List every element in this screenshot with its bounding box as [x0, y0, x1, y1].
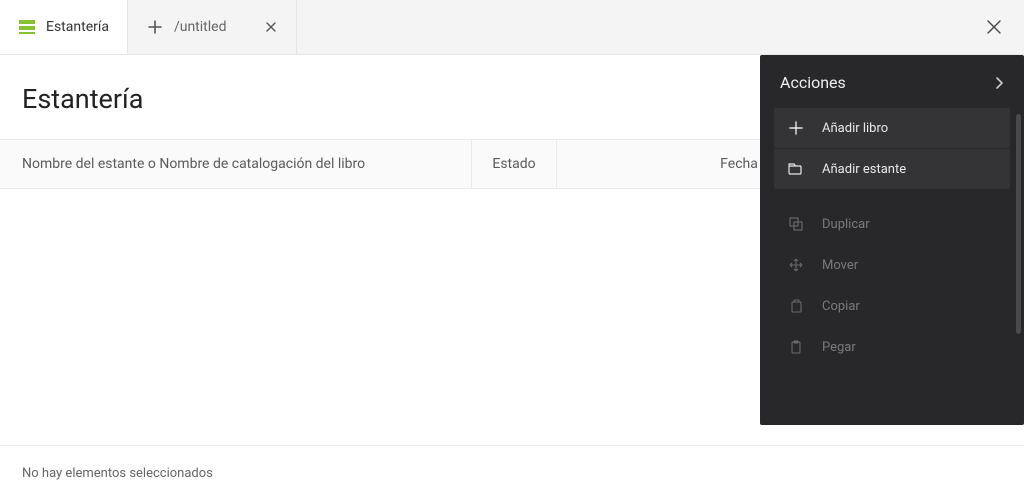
- tab-shelf-label: Estantería: [46, 19, 109, 35]
- plus-icon: [146, 18, 164, 36]
- actions-panel-body: Añadir libro Añadir estante Duplicar Mov…: [760, 108, 1024, 425]
- status-bar: No hay elementos seleccionados: [0, 445, 1024, 500]
- scrollbar-thumb[interactable]: [1016, 114, 1021, 334]
- action-add-book[interactable]: Añadir libro: [774, 108, 1010, 148]
- column-header-status[interactable]: Estado: [472, 140, 557, 188]
- close-button[interactable]: [978, 0, 1010, 54]
- move-icon: [788, 257, 804, 273]
- tab-bar: Estantería /untitled: [0, 0, 1024, 55]
- action-copy: Copiar: [774, 286, 1010, 326]
- duplicate-icon: [788, 216, 804, 232]
- action-move-label: Mover: [822, 258, 858, 273]
- paste-icon: [788, 339, 804, 355]
- action-add-shelf-label: Añadir estante: [822, 162, 906, 177]
- actions-panel-title: Acciones: [780, 73, 846, 92]
- tab-untitled-close[interactable]: [264, 20, 278, 34]
- status-text: No hay elementos seleccionados: [22, 466, 213, 481]
- actions-panel: Acciones Añadir libro Añadir estante: [760, 55, 1024, 425]
- copy-icon: [788, 298, 804, 314]
- actions-panel-header: Acciones: [760, 55, 1024, 108]
- tab-untitled-label: /untitled: [174, 19, 227, 35]
- action-add-book-label: Añadir libro: [822, 121, 888, 136]
- chevron-right-icon[interactable]: [994, 77, 1004, 89]
- tab-shelf[interactable]: Estantería: [0, 0, 128, 54]
- folder-plus-icon: [788, 161, 804, 177]
- action-copy-label: Copiar: [822, 299, 860, 314]
- action-duplicate-label: Duplicar: [822, 217, 870, 232]
- tab-untitled[interactable]: /untitled: [128, 0, 298, 54]
- page-title: Estantería: [22, 83, 143, 115]
- column-header-name[interactable]: Nombre del estante o Nombre de catalogac…: [0, 140, 472, 188]
- action-paste: Pegar: [774, 327, 1010, 367]
- plus-icon: [788, 120, 804, 136]
- action-move: Mover: [774, 245, 1010, 285]
- shelf-icon: [18, 18, 36, 36]
- action-add-shelf[interactable]: Añadir estante: [774, 149, 1010, 189]
- action-duplicate: Duplicar: [774, 204, 1010, 244]
- action-paste-label: Pegar: [822, 340, 856, 355]
